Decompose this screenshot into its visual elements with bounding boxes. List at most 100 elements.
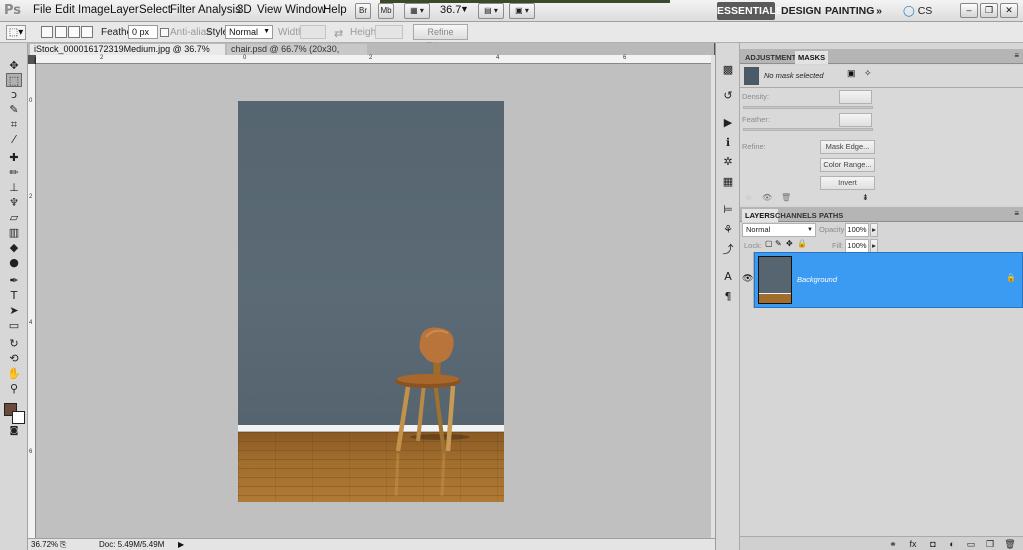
feather-input[interactable]: 0 px [128, 25, 158, 39]
crop-tool-icon[interactable]: ⌗ [6, 118, 22, 132]
lock-image-icon[interactable]: ✎ [775, 239, 782, 248]
histogram-icon[interactable]: ▩ [721, 63, 735, 77]
tab-masks[interactable]: MASKS [795, 51, 829, 64]
history-icon[interactable]: ↺ [721, 89, 735, 103]
clone-stamp-tool-icon[interactable]: ⊥ [6, 181, 22, 195]
close-button[interactable]: ✕ [1000, 3, 1018, 18]
3d-orbit-tool-icon[interactable]: ⟲ [6, 352, 22, 366]
menu-layer[interactable]: Layer [110, 4, 139, 16]
tool-preset-picker[interactable]: ⬚▾ [6, 25, 26, 40]
blend-mode-select[interactable]: Normal ▼ [742, 223, 816, 237]
new-selection-icon[interactable] [41, 26, 53, 38]
eye-icon[interactable]: 👁 [742, 273, 753, 284]
add-selection-icon[interactable] [55, 26, 67, 38]
delete-mask-icon[interactable]: 🗑 [781, 193, 791, 202]
hand-tool-icon[interactable]: ✋ [6, 367, 22, 381]
subtract-selection-icon[interactable] [68, 26, 80, 38]
eyedropper-tool-icon[interactable]: ⁄ [6, 133, 22, 147]
tab-chair-document[interactable]: chair.psd @ 66.7% (20x30, RGB/8*) *× [227, 44, 367, 66]
brush-presets-icon[interactable]: ⊨ [721, 203, 735, 217]
actions-icon[interactable]: ▶ [721, 116, 735, 130]
path-selection-tool-icon[interactable]: ➤ [6, 304, 22, 318]
lock-position-icon[interactable]: ✥ [786, 239, 793, 248]
workspace-design[interactable]: DESIGN [781, 2, 821, 20]
panel-menu-icon[interactable]: ≡ [1014, 209, 1019, 218]
dodge-tool-icon[interactable]: ● [6, 256, 22, 270]
fill-input[interactable]: 100% [845, 239, 869, 253]
marquee-tool-icon[interactable]: ⬚ [6, 73, 22, 87]
color-range-button[interactable]: Color Range... [820, 158, 875, 172]
info-icon[interactable]: ℹ [721, 136, 735, 150]
adjustment-layer-icon[interactable]: ◐ [946, 538, 958, 550]
density-input[interactable] [839, 90, 872, 104]
style-select[interactable]: Normal ▼ [225, 25, 273, 39]
blur-tool-icon[interactable]: ◆ [6, 241, 22, 255]
eraser-tool-icon[interactable]: ▱ [6, 211, 22, 225]
restore-button[interactable]: ❐ [980, 3, 998, 18]
menu-help[interactable]: Help [323, 4, 347, 16]
feather-slider[interactable] [743, 128, 873, 131]
rectangle-tool-icon[interactable]: ▭ [6, 319, 22, 333]
pen-tool-icon[interactable]: ✒ [6, 274, 22, 288]
zoom-level[interactable]: 36.7 [440, 4, 461, 16]
brush-tool-icon[interactable]: ✏ [6, 166, 22, 180]
navigator-icon[interactable]: ✲ [721, 155, 735, 169]
swap-icon[interactable]: ⇄ [334, 27, 343, 40]
screen-mode-button[interactable]: ▣ ▾ [509, 3, 535, 19]
menu-image[interactable]: Image [78, 4, 110, 16]
workspace-painting[interactable]: PAINTING [825, 2, 874, 20]
menu-file[interactable]: File [33, 4, 52, 16]
menu-window[interactable]: Window [285, 4, 326, 16]
clone-source-icon[interactable]: ⚘ [721, 223, 735, 237]
lock-all-icon[interactable]: 🔒 [797, 239, 807, 248]
height-input[interactable] [375, 25, 403, 39]
arrange-documents-button[interactable]: ▤ ▾ [478, 3, 504, 19]
workspace-essentials[interactable]: ESSENTIALS [717, 2, 783, 20]
background-color-swatch[interactable] [12, 411, 25, 424]
document-image[interactable] [238, 101, 504, 502]
swatches-icon[interactable]: ▦ [721, 175, 735, 189]
antialias-checkbox[interactable] [160, 28, 169, 37]
layer-row-background[interactable]: Background 🔒 [754, 252, 1023, 308]
menu-analysis[interactable]: Analysis [198, 4, 241, 16]
tab-channels[interactable]: CHANNELS [772, 209, 820, 222]
density-slider[interactable] [743, 106, 873, 109]
status-arrow-icon[interactable]: ▶ [178, 539, 184, 550]
bridge-button[interactable]: Br [355, 3, 371, 19]
minimize-button[interactable]: ‒ [960, 3, 978, 18]
cs-live-button[interactable]: ◯ CS Live [903, 2, 951, 35]
status-zoom[interactable]: 36.72% [31, 539, 58, 550]
fill-dropdown[interactable]: ▸ [870, 239, 878, 253]
apply-mask-icon[interactable]: 👁 [762, 193, 772, 202]
healing-brush-tool-icon[interactable]: ✚ [6, 151, 22, 165]
tool-presets-icon[interactable]: ⤴ [721, 243, 735, 257]
width-input[interactable] [300, 25, 326, 39]
invert-button[interactable]: Invert [820, 176, 875, 190]
menu-edit[interactable]: Edit [55, 4, 75, 16]
feather-panel-input[interactable] [839, 113, 872, 127]
menu-view[interactable]: View [257, 4, 282, 16]
paragraph-icon[interactable]: ¶ [721, 290, 735, 304]
menu-3d[interactable]: 3D [237, 4, 252, 16]
add-mask-icon[interactable]: ◘ [927, 538, 939, 550]
gradient-tool-icon[interactable]: ▥ [6, 226, 22, 240]
type-tool-icon[interactable]: T [6, 289, 22, 303]
view-extras-button[interactable]: ▦ ▾ [404, 3, 430, 19]
lasso-tool-icon[interactable]: ↄ [6, 88, 22, 102]
mini-bridge-button[interactable]: Mb [378, 3, 394, 19]
zoom-dropdown-icon[interactable]: ▼ [460, 4, 469, 14]
mask-edge-button[interactable]: Mask Edge... [820, 140, 875, 154]
character-icon[interactable]: A [721, 270, 735, 284]
move-tool-icon[interactable]: ✥ [6, 59, 22, 73]
opacity-dropdown[interactable]: ▸ [870, 223, 878, 237]
lock-transparency-icon[interactable]: ▢ [765, 239, 773, 248]
opacity-input[interactable]: 100% [845, 223, 869, 237]
pixel-mask-icon[interactable]: ▣ [847, 68, 856, 79]
tab-istock-document[interactable]: iStock_000016172319Medium.jpg @ 36.7% (R… [30, 44, 225, 66]
menu-filter[interactable]: Filter [170, 4, 196, 16]
more-workspaces-button[interactable]: » [873, 2, 885, 20]
quick-selection-tool-icon[interactable]: ✎ [6, 103, 22, 117]
layer-style-icon[interactable]: fx [907, 538, 919, 550]
menu-select[interactable]: Select [139, 4, 171, 16]
panel-menu-icon[interactable]: ≡ [1014, 51, 1019, 60]
